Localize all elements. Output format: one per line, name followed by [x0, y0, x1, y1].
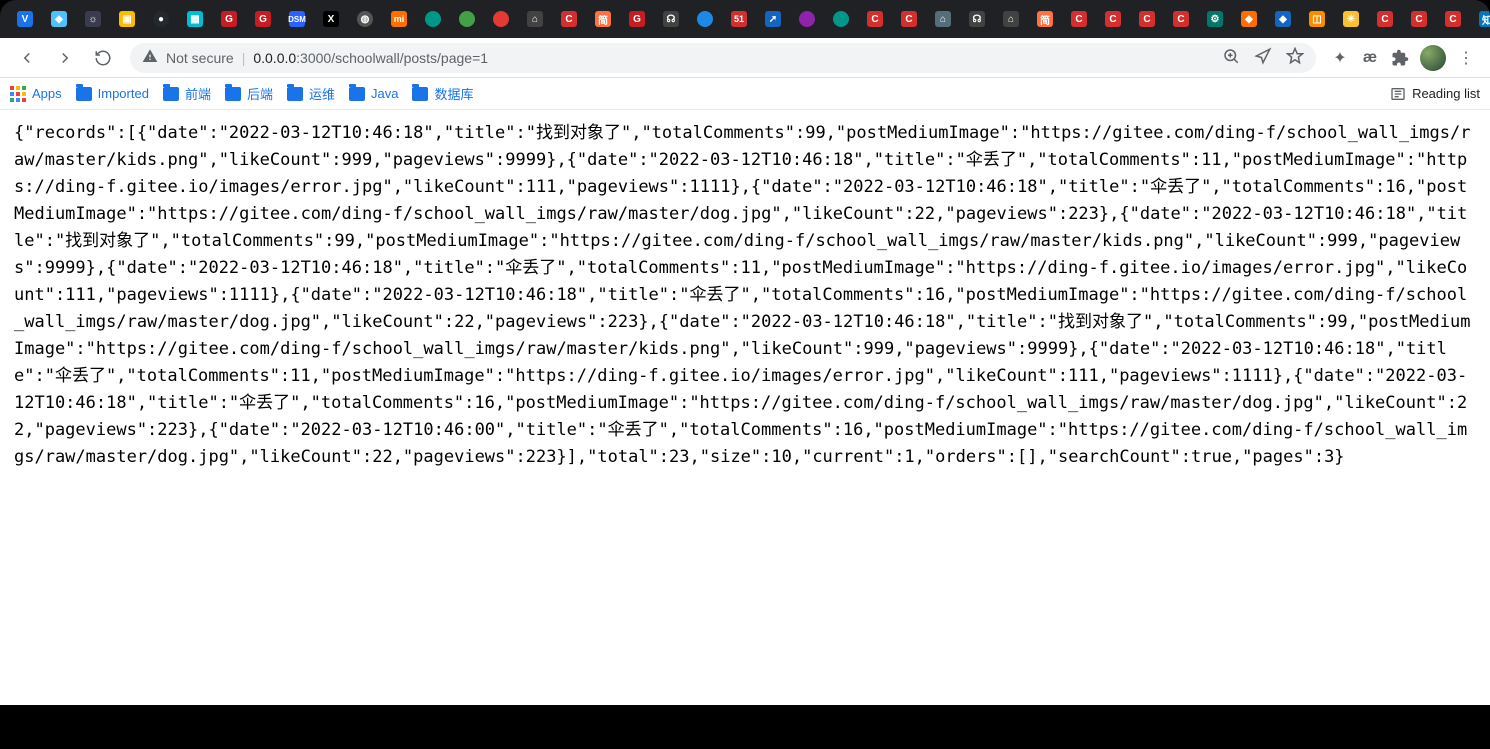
page-content: {"records":[{"date":"2022-03-12T10:46:18… [0, 110, 1490, 705]
back-button[interactable] [10, 41, 44, 75]
extension-icon[interactable]: æ [1360, 48, 1380, 68]
bookmark-label: Imported [98, 86, 149, 101]
browser-window: V ◆ ☼ ▣ ● ▦ G G DSM X ◍ mi ⌂ C 简 G ☊ 51 … [0, 0, 1490, 749]
pinned-tab[interactable]: ▣ [110, 3, 144, 35]
pinned-tab[interactable] [416, 3, 450, 35]
pinned-tab[interactable]: ▦ [178, 3, 212, 35]
pinned-tab[interactable]: mi [382, 3, 416, 35]
pinned-tab[interactable]: ● [144, 3, 178, 35]
pinned-tab[interactable]: G [212, 3, 246, 35]
url-text: 0.0.0.0:3000/schoolwall/posts/page=1 [253, 50, 488, 66]
separator: | [242, 50, 246, 66]
json-response-text: {"records":[{"date":"2022-03-12T10:46:18… [14, 120, 1476, 471]
forward-button[interactable] [48, 41, 82, 75]
pinned-tab[interactable]: C [892, 3, 926, 35]
pinned-tab[interactable]: C [552, 3, 586, 35]
address-bar: Not secure | 0.0.0.0:3000/schoolwall/pos… [0, 38, 1490, 78]
pinned-tab[interactable]: ◫ [1300, 3, 1334, 35]
bookmark-folder[interactable]: Java [349, 84, 398, 103]
pinned-tab[interactable]: ⚙ [1198, 3, 1232, 35]
pinned-tab[interactable]: C [858, 3, 892, 35]
extensions-puzzle-icon[interactable] [1390, 48, 1410, 68]
bookmark-folder[interactable]: 运维 [287, 84, 335, 103]
pinned-tabs: V ◆ ☼ ▣ ● ▦ G G DSM X ◍ mi ⌂ C 简 G ☊ 51 … [8, 0, 1490, 38]
pinned-tab[interactable]: ⌂ [518, 3, 552, 35]
folder-icon [349, 87, 365, 101]
extension-icon[interactable]: ✦ [1330, 48, 1350, 68]
bookmark-folder[interactable]: 后端 [225, 84, 273, 103]
pinned-tab[interactable]: 简 [1028, 3, 1062, 35]
bookmark-star-icon[interactable] [1286, 47, 1304, 68]
pinned-tab[interactable]: C [1164, 3, 1198, 35]
apps-shortcut[interactable]: Apps [10, 86, 62, 102]
pinned-tab[interactable]: C [1402, 3, 1436, 35]
bookmark-folder[interactable]: 前端 [163, 84, 211, 103]
not-secure-icon [142, 48, 158, 67]
send-icon[interactable] [1254, 47, 1272, 68]
pinned-tab[interactable] [450, 3, 484, 35]
pinned-tab[interactable]: ☼ [76, 3, 110, 35]
pinned-tab[interactable]: V [8, 3, 42, 35]
extension-icons: ✦ æ ⋮ [1326, 45, 1480, 71]
pinned-tab[interactable] [484, 3, 518, 35]
pinned-tab[interactable]: X [314, 3, 348, 35]
pinned-tab[interactable]: ☊ [654, 3, 688, 35]
pinned-tab[interactable]: ☀ [1334, 3, 1368, 35]
bookmark-folder[interactable]: 数据库 [412, 84, 473, 103]
bookmark-label: 后端 [247, 84, 273, 103]
pinned-tab[interactable]: G [620, 3, 654, 35]
pinned-tab[interactable]: C [1062, 3, 1096, 35]
zoom-icon[interactable] [1222, 47, 1240, 68]
pinned-tab[interactable]: 简 [586, 3, 620, 35]
pinned-tab[interactable]: ◆ [1266, 3, 1300, 35]
tab-strip: V ◆ ☼ ▣ ● ▦ G G DSM X ◍ mi ⌂ C 简 G ☊ 51 … [0, 0, 1490, 38]
pinned-tab[interactable]: C [1096, 3, 1130, 35]
pinned-tab[interactable]: ◆ [1232, 3, 1266, 35]
folder-icon [225, 87, 241, 101]
reading-list-button[interactable]: Reading list [1390, 86, 1480, 102]
pinned-tab[interactable]: C [1436, 3, 1470, 35]
pinned-tab[interactable]: C [1368, 3, 1402, 35]
folder-icon [76, 87, 92, 101]
profile-avatar[interactable] [1420, 45, 1446, 71]
pinned-tab[interactable]: ◆ [42, 3, 76, 35]
bookmark-label: Java [371, 86, 398, 101]
pinned-tab[interactable] [790, 3, 824, 35]
bookmark-label: 前端 [185, 84, 211, 103]
reload-button[interactable] [86, 41, 120, 75]
pinned-tab[interactable]: G [246, 3, 280, 35]
pinned-tab[interactable]: ➚ [756, 3, 790, 35]
bookmark-label: 数据库 [434, 84, 473, 103]
folder-icon [163, 87, 179, 101]
pinned-tab[interactable]: ☊ [960, 3, 994, 35]
pinned-tab[interactable] [824, 3, 858, 35]
pinned-tab[interactable]: 知 [1470, 3, 1490, 35]
menu-button[interactable]: ⋮ [1456, 48, 1476, 68]
not-secure-label: Not secure [166, 50, 234, 66]
pinned-tab[interactable]: C [1130, 3, 1164, 35]
folder-icon [412, 87, 428, 101]
pinned-tab[interactable]: ⌂ [994, 3, 1028, 35]
bookmarks-bar: Apps Imported 前端 后端 运维 Java 数据库 Reading list [0, 78, 1490, 110]
pinned-tab[interactable]: DSM [280, 3, 314, 35]
omnibox[interactable]: Not secure | 0.0.0.0:3000/schoolwall/pos… [130, 43, 1316, 73]
pinned-tab[interactable]: 51 [722, 3, 756, 35]
apps-grid-icon [10, 86, 26, 102]
bookmark-folder[interactable]: Imported [76, 84, 149, 103]
pinned-tab[interactable]: ◍ [348, 3, 382, 35]
pinned-tab[interactable]: ⌂ [926, 3, 960, 35]
folder-icon [287, 87, 303, 101]
pinned-tab[interactable] [688, 3, 722, 35]
bookmark-label: 运维 [309, 84, 335, 103]
